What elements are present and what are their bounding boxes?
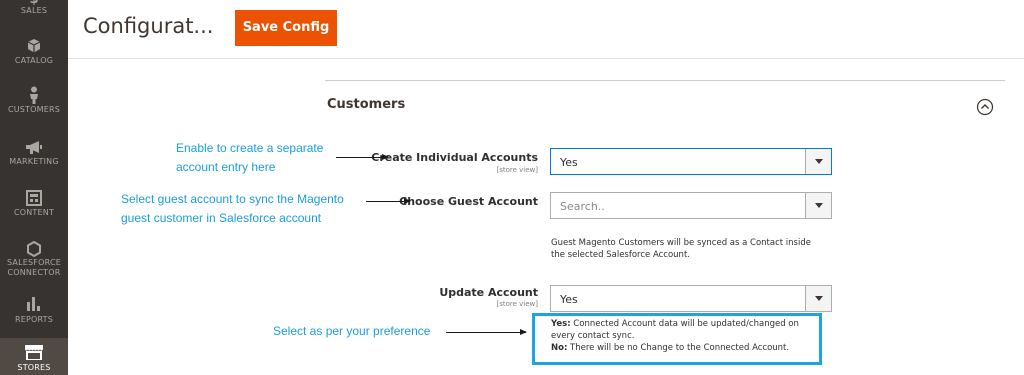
create-individual-accounts-select[interactable]: Yes [550,148,832,175]
admin-sidebar: $ SALES CATALOG CUSTOMERS MARKETING [0,0,68,375]
sidebar-item-label: REPORTS [14,315,54,324]
guest-account-note: Guest Magento Customers will be synced a… [551,237,811,261]
hexagon-icon [27,241,41,257]
sidebar-item-label: SALES [20,6,48,15]
admin-page: $ SALES CATALOG CUSTOMERS MARKETING [0,0,1024,375]
megaphone-icon [26,141,42,154]
header-divider [68,58,1024,59]
sidebar-item-content[interactable]: CONTENT [0,190,68,224]
sidebar-item-marketing[interactable]: MARKETING [0,140,68,174]
sidebar-item-catalog[interactable]: CATALOG [0,38,68,74]
sidebar-item-salesforce-connector[interactable]: SALESFORCE CONNECTOR [0,241,68,285]
sidebar-item-sales[interactable]: $ SALES [0,0,68,20]
select-placeholder: Search.. [560,200,605,213]
scope-label: [store view] [496,300,538,308]
chevron-down-icon [815,159,823,164]
dropdown-toggle[interactable] [805,286,831,311]
annotation-line: Select as per your preference [273,324,431,338]
sidebar-item-label: CUSTOMERS [7,105,61,114]
chevron-up-circle-icon[interactable] [976,98,994,116]
sidebar-item-label: CONTENT [13,208,55,217]
update-account-select[interactable]: Yes [550,285,832,312]
save-config-button[interactable]: Save Config [235,10,337,46]
bar-chart-icon [27,297,40,311]
guest-account-search-select[interactable]: Search.. [550,192,832,219]
chevron-down-icon [815,296,823,301]
choose-guest-account-label: Choose Guest Account [399,195,538,208]
dropdown-toggle[interactable] [805,149,831,174]
sidebar-item-label: CATALOG [14,56,54,65]
sidebar-item-label: MARKETING [9,157,59,166]
annotation-update-account: Select as per your preference [273,322,430,341]
annotation-line: account entry here [176,160,276,174]
chevron-down-icon [815,203,823,208]
annotation-arrow [366,198,411,204]
annotation-highlight-box [532,313,822,365]
annotation-line: Enable to create a separate [176,141,324,155]
cube-icon [27,39,41,53]
annotation-line: Select guest account to sync the Magento [121,192,344,206]
sidebar-item-label: SALESFORCE [7,258,61,267]
section-title-customers[interactable]: Customers [327,97,405,112]
layout-icon [26,190,42,206]
sidebar-item-label: STORES [17,363,51,372]
sidebar-item-reports[interactable]: REPORTS [0,296,68,328]
sidebar-item-stores[interactable]: STORES [0,338,68,375]
update-account-label: Update Account [439,286,538,299]
annotation-arrow [446,329,527,335]
annotation-guest-account: Select guest account to sync the Magento… [121,190,344,228]
annotation-line: guest customer in Salesforce account [121,211,322,225]
select-value: Yes [560,293,578,306]
page-title: Configurat... [83,14,214,38]
scope-label: [store view] [496,166,538,174]
create-individual-accounts-label: Create Individual Accounts [371,151,538,164]
storefront-icon [25,345,43,360]
person-icon [30,86,38,104]
select-value: Yes [560,156,578,169]
dropdown-toggle[interactable] [805,193,831,218]
annotation-arrow [336,154,389,160]
section-divider [325,80,1005,81]
note-line: Guest Magento Customers will be synced a… [551,238,811,248]
note-line: the selected Salesforce Account. [551,250,690,260]
sidebar-item-label: CONNECTOR [7,268,61,277]
annotation-create-individual: Enable to create a separate account entr… [176,139,323,177]
sidebar-item-customers[interactable]: CUSTOMERS [0,86,68,122]
